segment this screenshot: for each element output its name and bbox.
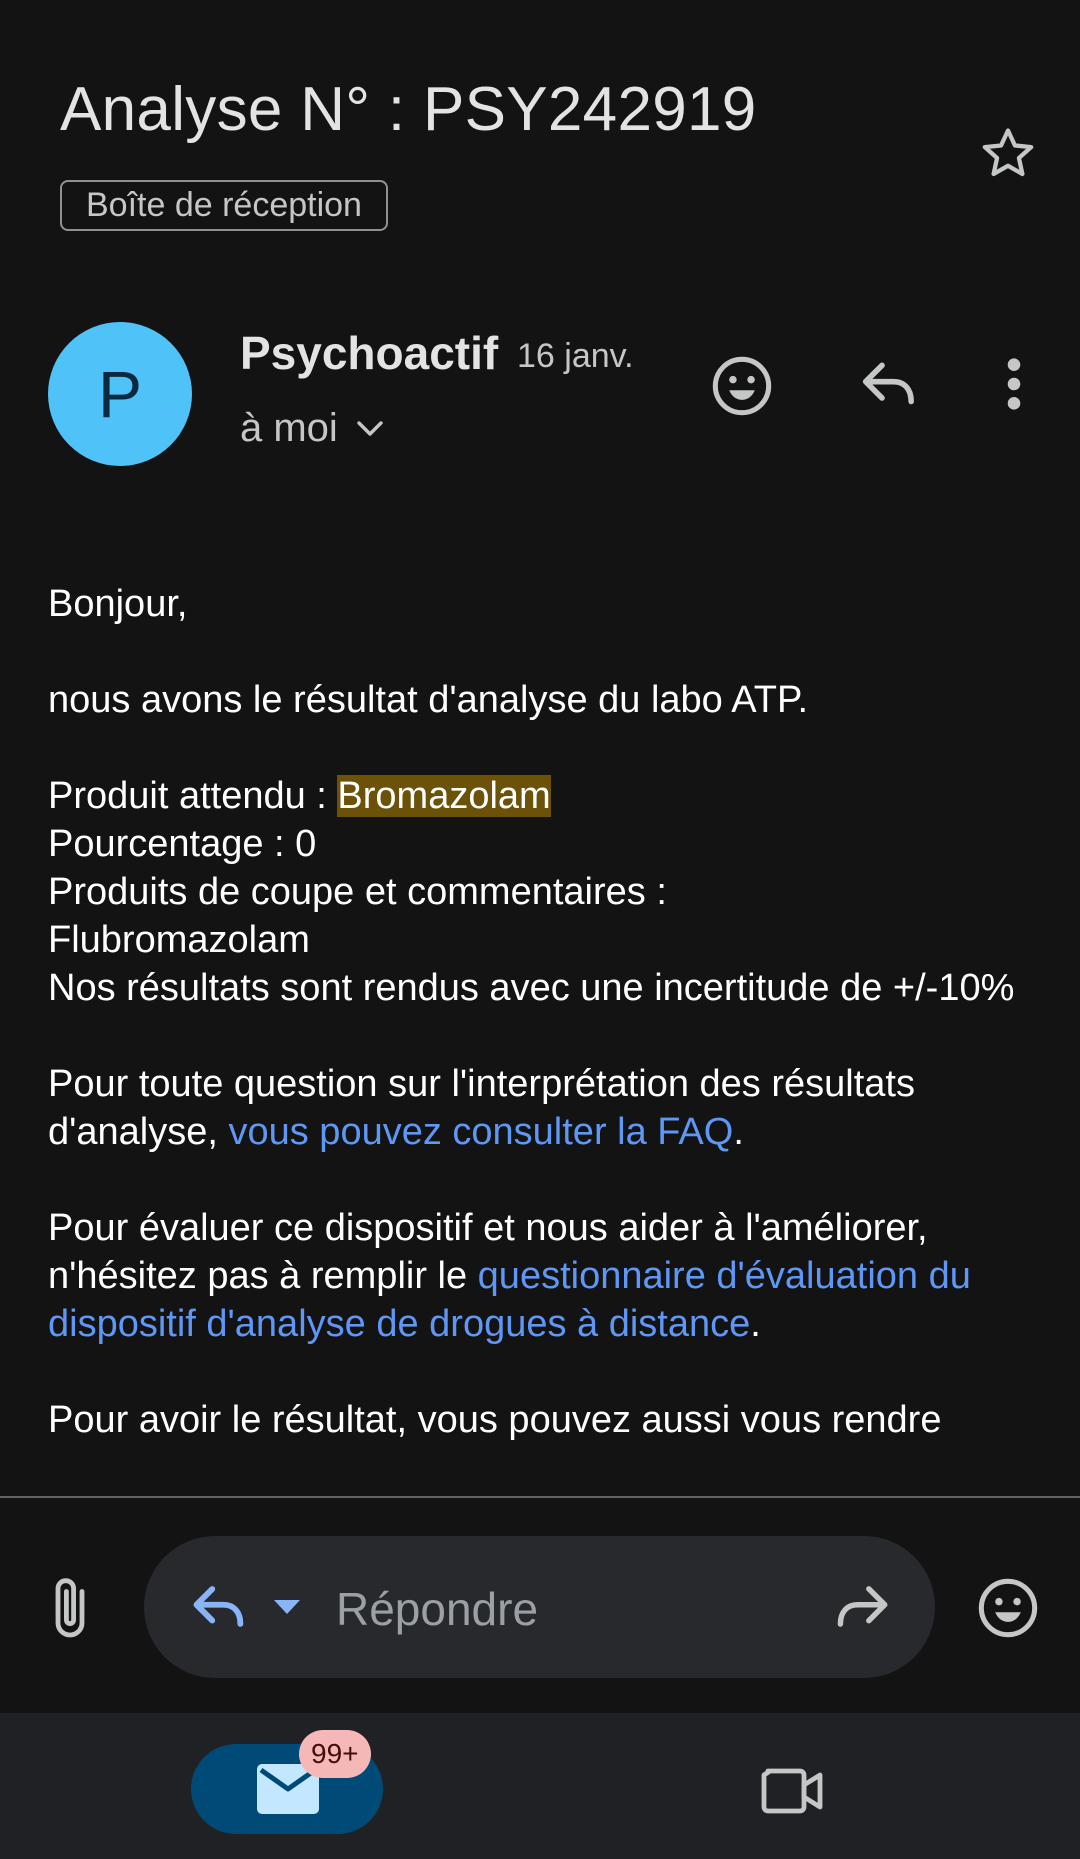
video-icon[interactable] xyxy=(760,1765,824,1817)
faq-link[interactable]: vous pouvez consulter la FAQ xyxy=(228,1111,733,1153)
greeting: Bonjour, xyxy=(48,583,188,625)
email-date: 16 janv. xyxy=(517,337,634,375)
faq-end: . xyxy=(733,1111,744,1153)
emoji-icon[interactable] xyxy=(976,1576,1040,1640)
recipient-details-toggle[interactable]: à moi xyxy=(240,406,384,451)
intro-text: nous avons le résultat d'analyse du labo… xyxy=(48,679,809,721)
uncertainty-line: Nos résultats sont rendus avec une incer… xyxy=(48,967,1015,1009)
forward-icon[interactable] xyxy=(832,1582,892,1632)
cutting-agents-label: Produits de coupe et commentaires : xyxy=(48,871,667,913)
sender-name[interactable]: Psychoactif xyxy=(240,326,498,380)
reply-placeholder: Répondre xyxy=(336,1583,539,1635)
more-text: Pour avoir le résultat, vous pouvez auss… xyxy=(48,1399,942,1441)
star-outline-icon[interactable] xyxy=(976,122,1040,186)
result-block: Produit attendu : Bromazolam Pourcentage… xyxy=(48,772,1038,1012)
percentage-line: Pourcentage : 0 xyxy=(48,823,317,865)
expected-product-value: Bromazolam xyxy=(337,775,551,817)
email-subject: Analyse N° : PSY242919 xyxy=(60,75,757,144)
reply-icon[interactable] xyxy=(858,356,920,412)
avatar[interactable]: P xyxy=(48,322,192,466)
survey-end: . xyxy=(750,1303,761,1345)
cutting-agents-value: Flubromazolam xyxy=(48,919,310,961)
survey-paragraph: Pour évaluer ce dispositif et nous aider… xyxy=(48,1204,1038,1348)
label-chip-inbox[interactable]: Boîte de réception xyxy=(60,180,388,231)
email-body: Bonjour, nous avons le résultat d'analys… xyxy=(48,580,1038,1492)
faq-paragraph: Pour toute question sur l'interprétation… xyxy=(48,1060,1038,1156)
expected-product-line: Produit attendu : Bromazolam xyxy=(48,772,1038,820)
more-vert-icon[interactable] xyxy=(995,355,1033,413)
reply-bar[interactable]: Répondre xyxy=(144,1536,935,1678)
chevron-down-icon xyxy=(357,420,383,436)
paperclip-icon[interactable] xyxy=(46,1572,94,1644)
expected-product-prefix: Produit attendu : xyxy=(48,775,338,817)
reply-icon[interactable] xyxy=(188,1580,250,1634)
bottom-nav: 99+ xyxy=(0,1713,1080,1859)
divider xyxy=(0,1496,1080,1498)
mail-unread-badge: 99+ xyxy=(299,1730,371,1778)
caret-down-icon[interactable] xyxy=(272,1598,302,1616)
recipient-label: à moi xyxy=(240,406,338,450)
emoji-icon[interactable] xyxy=(710,354,774,418)
